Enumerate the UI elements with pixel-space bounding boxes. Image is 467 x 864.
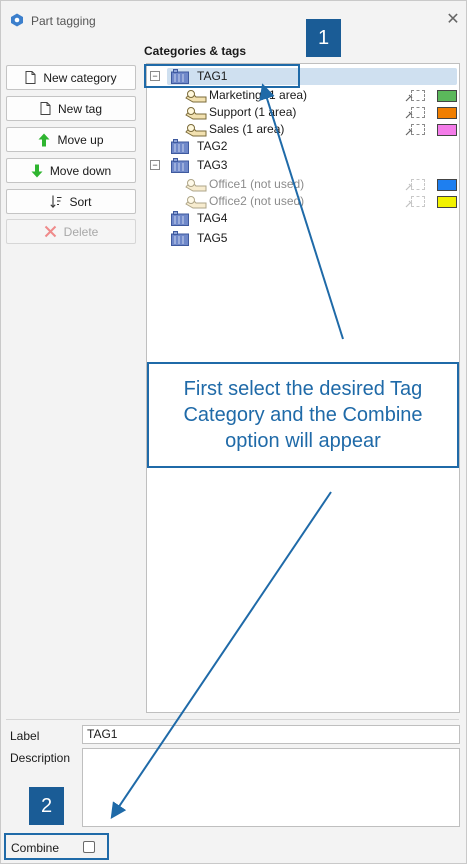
arrow-to-combine xyxy=(110,491,332,819)
part-tagging-dialog: Part tagging ✕ Categories & tags New cat… xyxy=(0,0,467,864)
arrow-to-tag1 xyxy=(259,83,344,340)
annotation-arrows xyxy=(110,83,344,819)
